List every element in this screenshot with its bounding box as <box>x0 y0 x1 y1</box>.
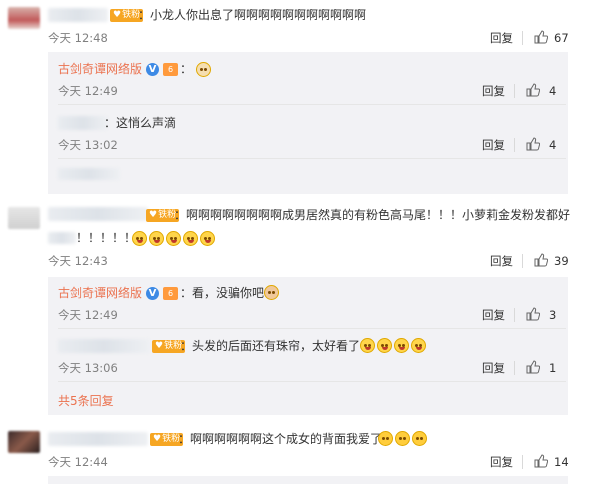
reply-panel <box>48 476 568 484</box>
reply-text: ：看，没骗你吧 <box>180 286 265 300</box>
divider <box>58 158 566 159</box>
crying-emoji-icon <box>132 231 147 246</box>
like-count: 67 <box>554 31 569 45</box>
thumbs-up-icon[interactable] <box>526 83 540 97</box>
reply-button[interactable]: 回复 <box>490 455 513 469</box>
username[interactable] <box>48 432 148 446</box>
view-all-replies-link[interactable]: 共5条回复 <box>58 392 114 409</box>
reply-text: ：头发的后面还有珠帘，太好看了 <box>180 339 361 353</box>
timestamp: 今天 13:02 <box>58 138 118 152</box>
timestamp: 今天 12:43 <box>48 254 108 268</box>
reply-author[interactable]: 古剑奇谭网络版 <box>58 285 142 301</box>
divider <box>58 328 566 329</box>
separator <box>514 308 515 322</box>
doge-emoji-icon <box>196 62 211 77</box>
verified-icon: V <box>146 287 159 300</box>
timestamp: 今天 12:49 <box>58 308 118 322</box>
divider <box>58 104 566 105</box>
divider <box>58 381 566 382</box>
reply-button[interactable]: 回复 <box>482 361 505 375</box>
separator <box>514 84 515 98</box>
like-count: 4 <box>549 84 557 98</box>
like-count: 1 <box>549 361 557 375</box>
crying-emoji-icon <box>411 338 426 353</box>
reply-button[interactable]: 回复 <box>482 308 505 322</box>
timestamp: 今天 12:48 <box>48 31 108 45</box>
timestamp: 今天 12:49 <box>58 84 118 98</box>
reply-button[interactable]: 回复 <box>490 254 513 268</box>
hidden-text <box>48 232 76 244</box>
cat-emoji-icon <box>264 285 279 300</box>
thumbs-up-icon[interactable] <box>534 30 548 44</box>
thumbs-up-icon[interactable] <box>526 360 540 374</box>
separator <box>522 455 523 469</box>
crying-emoji-icon <box>200 231 215 246</box>
thumbs-up-icon[interactable] <box>526 137 540 151</box>
separator <box>514 361 515 375</box>
thumbs-up-icon[interactable] <box>526 307 540 321</box>
avatar[interactable] <box>8 431 40 453</box>
comment-text: ：啊啊啊啊啊啊这个成女的背面我爱了 <box>178 432 383 446</box>
separator <box>522 254 523 268</box>
timestamp: 今天 12:44 <box>48 455 108 469</box>
like-count: 39 <box>554 254 569 268</box>
username[interactable] <box>48 207 148 221</box>
comment-text: ：啊啊啊啊啊啊啊啊成男居然真的有粉色高马尾！！！小萝莉金发粉发都好 <box>174 208 571 222</box>
crying-emoji-icon <box>183 231 198 246</box>
thumbs-up-icon[interactable] <box>534 253 548 267</box>
crying-emoji-icon <box>377 338 392 353</box>
face-emoji-icon <box>412 431 427 446</box>
like-count: 14 <box>554 455 569 469</box>
face-emoji-icon <box>395 431 410 446</box>
verified-icon: V <box>146 63 159 76</box>
username[interactable] <box>48 8 108 22</box>
avatar[interactable] <box>8 7 40 29</box>
like-count: 4 <box>549 138 557 152</box>
crying-emoji-icon <box>149 231 164 246</box>
timestamp: 今天 13:06 <box>58 361 118 375</box>
crying-emoji-icon <box>394 338 409 353</box>
comment-text: ：小龙人你出息了啊啊啊啊啊啊啊啊啊啊啊 <box>138 8 367 22</box>
face-emoji-icon <box>378 431 393 446</box>
level-icon: 6 <box>163 287 178 300</box>
username[interactable] <box>58 116 108 130</box>
separator <box>522 31 523 45</box>
crying-emoji-icon <box>360 338 375 353</box>
reply-button[interactable]: 回复 <box>482 84 505 98</box>
reply-text: ： <box>180 62 193 76</box>
more-replies-link[interactable] <box>58 168 120 180</box>
reply-button[interactable]: 回复 <box>490 31 513 45</box>
avatar[interactable] <box>8 207 40 229</box>
thumbs-up-icon[interactable] <box>534 454 548 468</box>
reply-author[interactable]: 古剑奇谭网络版 <box>58 61 142 77</box>
crying-emoji-icon <box>166 231 181 246</box>
reply-text: ：这悄么声滴 <box>104 116 177 130</box>
level-icon: 6 <box>163 63 178 76</box>
separator <box>514 138 515 152</box>
comment-text-continued: ！！！！！ <box>76 231 137 245</box>
username[interactable] <box>58 339 150 353</box>
reply-button[interactable]: 回复 <box>482 138 505 152</box>
like-count: 3 <box>549 308 557 322</box>
